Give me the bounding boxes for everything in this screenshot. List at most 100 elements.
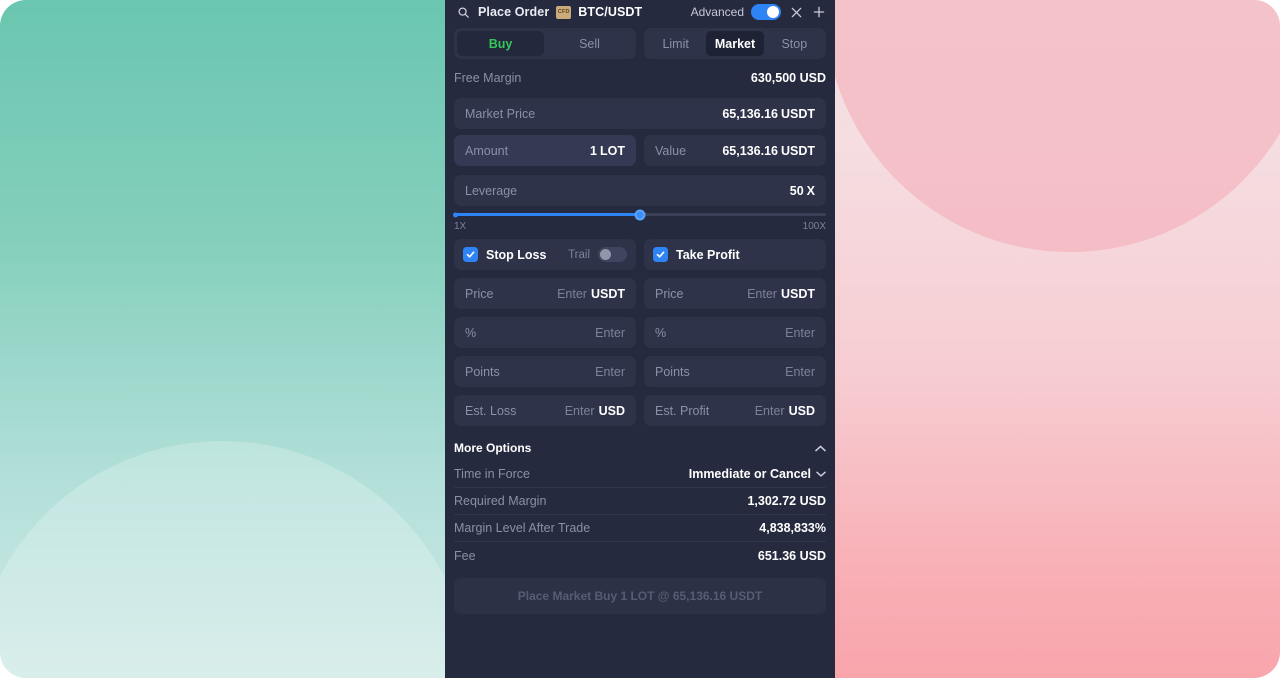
close-icon[interactable] [788, 4, 804, 20]
leverage-slider[interactable] [453, 209, 826, 220]
market-price-wrap: Market Price 65,136.16 USDT [445, 98, 835, 129]
est-profit-placeholder: Enter USD [755, 404, 815, 418]
tab-limit[interactable]: Limit [647, 31, 704, 56]
sl-tp-percent-wrap: % Enter % Enter [445, 317, 835, 348]
take-profit-percent-placeholder: Enter [785, 325, 815, 340]
sl-tp-header-wrap: Stop Loss Trail Take Profit [445, 239, 835, 270]
sl-tp-points-row: Points Enter Points Enter [454, 356, 826, 387]
chevron-up-icon[interactable] [815, 445, 826, 452]
stop-loss-checkbox[interactable] [463, 247, 478, 262]
stop-loss-points-field[interactable]: Points Enter [454, 356, 636, 387]
amount-field[interactable]: Amount 1 LOT [454, 135, 636, 166]
option-row-time-in-force[interactable]: Time in Force Immediate or Cancel [454, 461, 826, 488]
take-profit-price-placeholder: Enter USDT [747, 287, 815, 301]
advanced-toggle[interactable] [751, 4, 781, 20]
est-profit-unit: USD [788, 403, 815, 418]
leverage-field[interactable]: Leverage 50 X [454, 175, 826, 206]
submit-wrap: Place Market Buy 1 LOT @ 65,136.16 USDT [445, 569, 835, 614]
est-loss-enter: Enter [564, 403, 595, 418]
stop-loss-price-field[interactable]: Price Enter USDT [454, 278, 636, 309]
cfd-badge: CFD [556, 5, 572, 19]
take-profit-percent-field[interactable]: % Enter [644, 317, 826, 348]
take-profit-checkbox[interactable] [653, 247, 668, 262]
leverage-slider-thumb[interactable] [634, 209, 646, 220]
search-icon[interactable] [455, 4, 471, 20]
free-margin-amount: 630,500 [750, 71, 797, 85]
take-profit-percent-label: % [655, 325, 667, 340]
value-unit: USDT [780, 143, 815, 158]
est-profit-label: Est. Profit [655, 403, 710, 418]
take-profit-header: Take Profit [644, 239, 826, 270]
panel-header: Place Order CFD BTC/USDT Advanced [445, 0, 835, 24]
take-profit-points-field[interactable]: Points Enter [644, 356, 826, 387]
sl-tp-points-wrap: Points Enter Points Enter [445, 356, 835, 387]
plus-icon[interactable] [811, 4, 827, 20]
place-order-panel: Place Order CFD BTC/USDT Advanced Buy Se… [445, 0, 835, 678]
est-loss-unit: USD [598, 403, 625, 418]
market-price-amount: 65,136.16 [722, 106, 778, 121]
more-options-label: More Options [454, 441, 532, 455]
required-margin-value: 1,302.72 USD [747, 494, 826, 508]
est-profit-field[interactable]: Est. Profit Enter USD [644, 395, 826, 426]
est-loss-field[interactable]: Est. Loss Enter USD [454, 395, 636, 426]
fee-value: 651.36 USD [757, 548, 826, 563]
sl-tp-price-row: Price Enter USDT Price Enter USDT [454, 278, 826, 309]
leverage-scale: 1X 100X [454, 221, 826, 232]
leverage-number: 50 [789, 183, 804, 198]
more-options-header[interactable]: More Options [445, 435, 835, 461]
free-margin-unit: USD [799, 71, 826, 85]
leverage-slider-start-dot [453, 212, 458, 217]
time-in-force-label: Time in Force [454, 467, 530, 481]
chevron-down-icon[interactable] [816, 471, 826, 477]
amount-value-row: Amount 1 LOT Value 65,136.16 USDT [454, 135, 826, 166]
est-loss-placeholder: Enter USD [565, 404, 625, 418]
est-loss-label: Est. Loss [465, 403, 517, 418]
time-in-force-value-group: Immediate or Cancel [689, 467, 826, 481]
market-price-field[interactable]: Market Price 65,136.16 USDT [454, 98, 826, 129]
stop-loss-percent-placeholder: Enter [595, 325, 625, 340]
take-profit-price-enter: Enter [747, 286, 777, 301]
tab-stop[interactable]: Stop [766, 31, 823, 56]
amount-label: Amount [465, 143, 509, 158]
symbol-label[interactable]: BTC/USDT [578, 5, 642, 19]
required-margin-label: Required Margin [454, 494, 547, 508]
tabs-row: Buy Sell Limit Market Stop [445, 24, 835, 59]
stop-loss-header: Stop Loss Trail [454, 239, 636, 270]
take-profit-points-label: Points [655, 364, 690, 379]
stop-loss-percent-field[interactable]: % Enter [454, 317, 636, 348]
background-left-panel [0, 0, 445, 678]
leverage-slider-wrap: 1X 100X [445, 206, 835, 232]
tab-market[interactable]: Market [706, 31, 764, 56]
leverage-value: 50 X [790, 184, 815, 198]
take-profit-price-field[interactable]: Price Enter USDT [644, 278, 826, 309]
take-profit-points-placeholder: Enter [785, 364, 815, 379]
stop-loss-price-enter: Enter [557, 286, 587, 301]
place-order-button[interactable]: Place Market Buy 1 LOT @ 65,136.16 USDT [454, 578, 826, 614]
amount-unit: LOT [600, 143, 625, 158]
option-row-required-margin: Required Margin 1,302.72 USD [454, 488, 826, 515]
market-price-unit: USDT [780, 106, 815, 121]
advanced-label: Advanced [690, 5, 744, 19]
leverage-slider-fill [454, 213, 640, 216]
option-row-fee: Fee 651.36 USD [454, 542, 826, 569]
tab-sell[interactable]: Sell [546, 31, 633, 56]
sl-tp-percent-row: % Enter % Enter [454, 317, 826, 348]
sl-tp-price-wrap: Price Enter USDT Price Enter USDT [445, 278, 835, 309]
order-type-tab-group: Limit Market Stop [644, 28, 826, 59]
amount-number: 1 [590, 143, 597, 158]
background-left-circle [0, 441, 445, 678]
side-tab-group: Buy Sell [454, 28, 636, 59]
est-profit-enter: Enter [754, 403, 785, 418]
trail-toggle[interactable] [598, 247, 627, 262]
leverage-min-label: 1X [454, 221, 467, 232]
tab-buy[interactable]: Buy [457, 31, 544, 56]
free-margin-value: 630,500 USD [751, 71, 826, 85]
value-field[interactable]: Value 65,136.16 USDT [644, 135, 826, 166]
stop-loss-price-placeholder: Enter USDT [557, 287, 625, 301]
amount-value-wrap: Amount 1 LOT Value 65,136.16 USDT [445, 135, 835, 166]
free-margin-label: Free Margin [454, 71, 522, 85]
background-right-panel [835, 0, 1280, 678]
leverage-max-label: 100X [802, 221, 826, 232]
time-in-force-value: Immediate or Cancel [688, 467, 811, 481]
margin-level-value: 4,838,833% [759, 521, 826, 535]
